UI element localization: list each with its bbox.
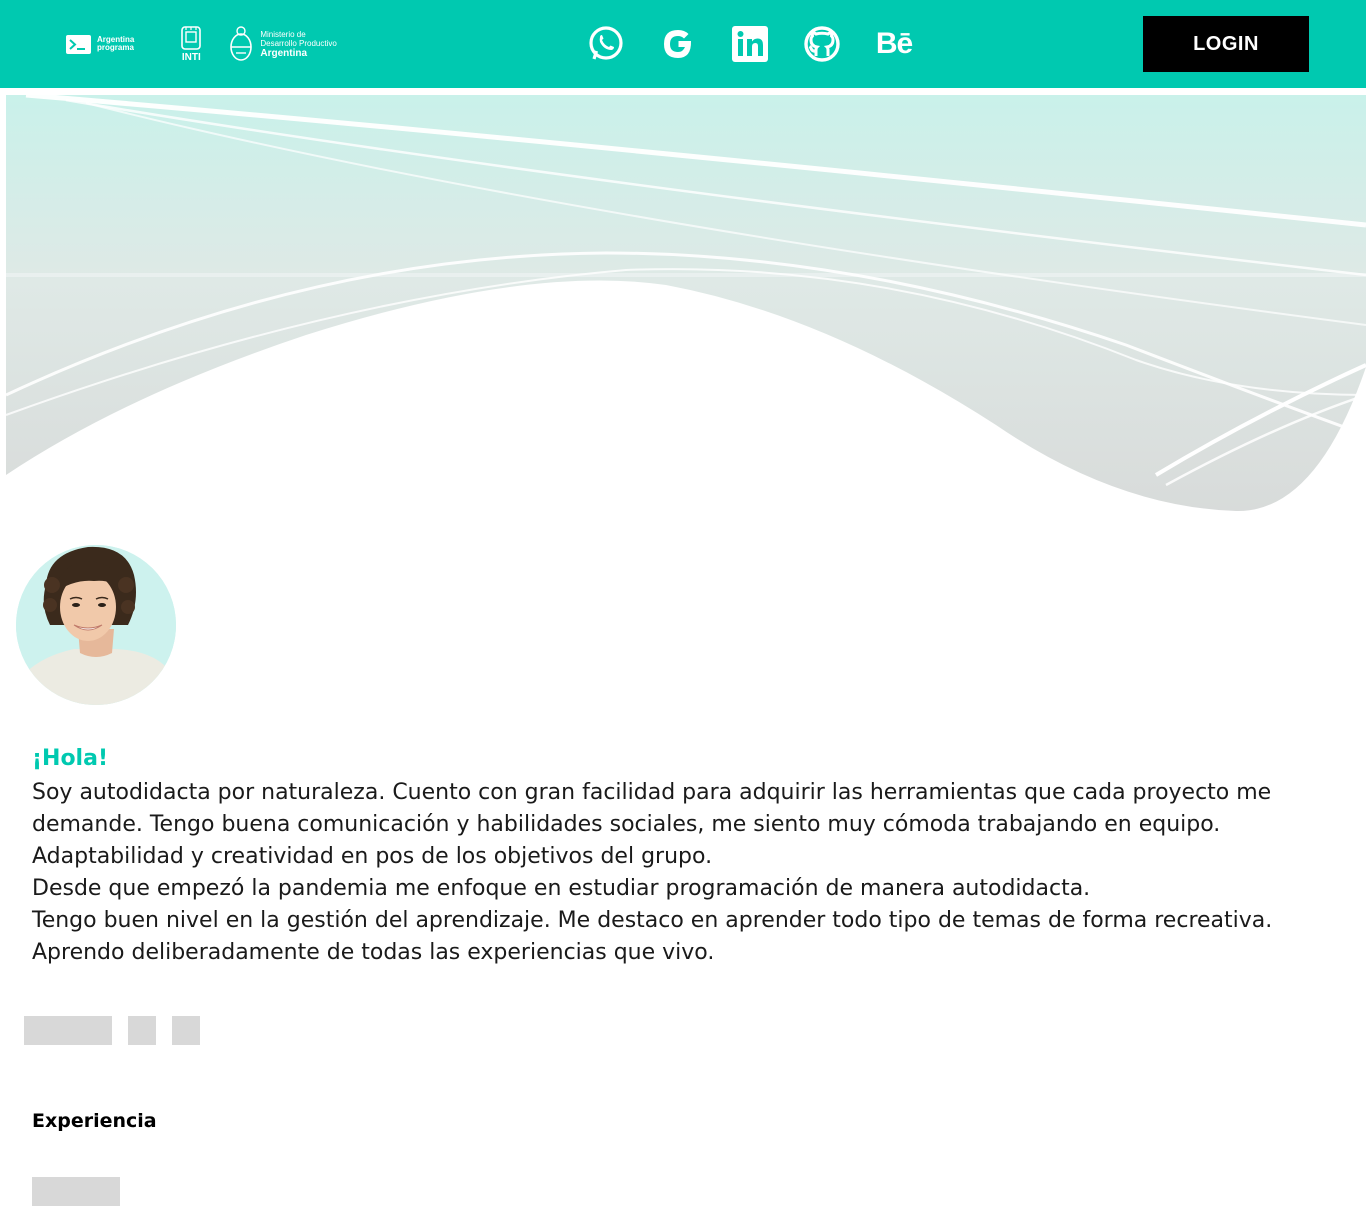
about-paragraph: Tengo buen nivel en la gestión del apren… bbox=[32, 908, 1273, 965]
inti-emblem-icon bbox=[181, 26, 202, 50]
social-links: Bē bbox=[587, 25, 913, 63]
inti-logo: INTI bbox=[178, 25, 204, 63]
about-paragraph: Soy autodidacta por naturaleza. Cuento c… bbox=[32, 780, 1272, 869]
decorative-wave-banner bbox=[6, 95, 1366, 512]
github-icon[interactable] bbox=[803, 25, 841, 63]
placeholder-add-experience-button[interactable] bbox=[32, 1177, 120, 1206]
whatsapp-icon[interactable] bbox=[587, 25, 625, 63]
top-navbar: Argentina programa INTI Ministerio de De… bbox=[0, 0, 1366, 88]
placeholder-button-small[interactable] bbox=[172, 1016, 200, 1045]
behance-icon[interactable]: Bē bbox=[875, 25, 913, 63]
about-text: Soy autodidacta por naturaleza. Cuento c… bbox=[32, 777, 1342, 969]
ministerio-line-2: Desarrollo Productivo bbox=[260, 38, 337, 48]
logo-text-line-2: programa bbox=[97, 43, 134, 52]
terminal-icon bbox=[66, 34, 91, 54]
linkedin-icon[interactable] bbox=[731, 25, 769, 63]
placeholder-button-small[interactable] bbox=[128, 1016, 156, 1045]
argentina-programa-logo: Argentina programa bbox=[66, 34, 134, 54]
experience-heading: Experiencia bbox=[32, 1110, 157, 1132]
login-button[interactable]: LOGIN bbox=[1143, 16, 1309, 72]
coat-of-arms-icon bbox=[230, 26, 253, 61]
placeholder-button-wide[interactable] bbox=[24, 1016, 112, 1045]
ministerio-logo: Ministerio de Desarrollo Productivo Arge… bbox=[228, 25, 337, 63]
inti-label: INTI bbox=[181, 52, 201, 63]
greeting-heading: ¡Hola! bbox=[32, 746, 108, 771]
ministerio-line-1: Ministerio de bbox=[260, 29, 306, 39]
brand-logos: Argentina programa INTI Ministerio de De… bbox=[66, 22, 337, 66]
google-icon[interactable] bbox=[659, 25, 697, 63]
profile-avatar bbox=[16, 545, 176, 705]
ministerio-line-3: Argentina bbox=[260, 47, 308, 59]
about-paragraph: Desde que empezó la pandemia me enfoque … bbox=[32, 876, 1091, 901]
